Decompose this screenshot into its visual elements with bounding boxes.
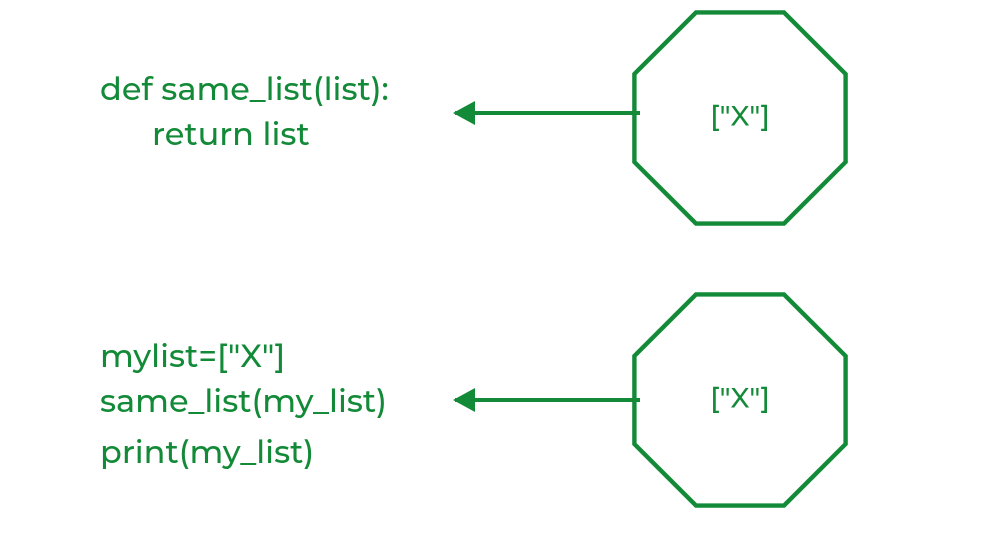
code-line: print(my_list) [100,431,387,476]
object-label: ["X"] [710,99,770,133]
arrow-top [455,111,640,115]
arrow-head-icon [453,388,475,412]
code-line: return list [152,113,389,158]
object-octagon-top: ["X"] [630,8,850,228]
code-line: mylist=["X"] [100,335,387,380]
object-octagon-bottom: ["X"] [630,290,850,510]
code-line: same_list(my_list) [100,380,387,425]
diagram-root: def same_list(list): return list mylist=… [0,0,1000,540]
code-line: def same_list(list): [100,68,389,113]
arrow-head-icon [453,101,475,125]
arrow-bottom [455,398,640,402]
usage-code: mylist=["X"] same_list(my_list) print(my… [100,335,387,475]
object-label: ["X"] [710,381,770,415]
function-definition-code: def same_list(list): return list [100,68,389,158]
